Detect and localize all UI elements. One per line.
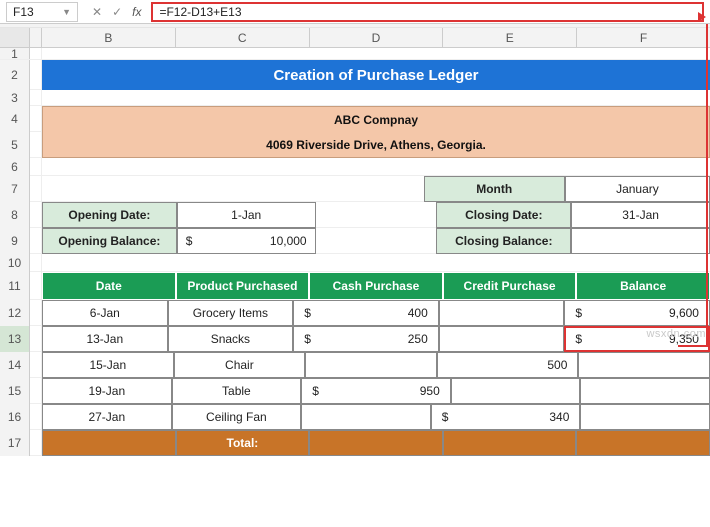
company-name: ABC Compnay: [42, 106, 710, 132]
th-credit: Credit Purchase: [443, 272, 577, 300]
row-header[interactable]: 3: [0, 90, 30, 106]
th-product: Product Purchased: [176, 272, 310, 300]
row-header[interactable]: 13: [0, 326, 30, 352]
cell[interactable]: [305, 352, 437, 378]
cell[interactable]: [42, 430, 176, 456]
month-value[interactable]: January: [565, 176, 710, 202]
row-header[interactable]: 4: [0, 106, 30, 132]
cell[interactable]: 500: [437, 352, 579, 378]
name-box[interactable]: F13 ▼: [6, 2, 78, 22]
currency-symbol: $: [186, 234, 193, 248]
accept-icon[interactable]: ✓: [112, 5, 122, 19]
th-date: Date: [42, 272, 176, 300]
cell[interactable]: 27-Jan: [42, 404, 172, 430]
row-header[interactable]: 5: [0, 132, 30, 158]
page-title: Creation of Purchase Ledger: [42, 60, 710, 90]
formula-text: =F12-D13+E13: [159, 5, 241, 19]
cell[interactable]: 19-Jan: [42, 378, 172, 404]
cell[interactable]: [451, 378, 581, 404]
cell[interactable]: [443, 430, 577, 456]
watermark: wsxdn.com: [646, 328, 706, 340]
cell[interactable]: $9,600: [564, 300, 710, 326]
row-header[interactable]: 2: [0, 60, 30, 90]
cell[interactable]: $400: [293, 300, 439, 326]
cell[interactable]: [309, 430, 443, 456]
opening-balance-label: Opening Balance:: [42, 228, 177, 254]
spreadsheet-grid[interactable]: B C D E F 1 2 Creation of Purchase Ledge…: [0, 28, 710, 456]
cell[interactable]: Chair: [174, 352, 306, 378]
row-header[interactable]: 6: [0, 158, 30, 176]
col-header-b[interactable]: B: [42, 28, 176, 47]
cancel-icon[interactable]: ✕: [92, 5, 102, 19]
cell[interactable]: [576, 430, 710, 456]
cell[interactable]: Table: [172, 378, 302, 404]
fx-icon[interactable]: fx: [132, 5, 141, 19]
cell[interactable]: 15-Jan: [42, 352, 174, 378]
cell[interactable]: Grocery Items: [168, 300, 294, 326]
row-header[interactable]: 1: [0, 48, 30, 59]
cell[interactable]: $250: [293, 326, 439, 352]
arrow-icon: [698, 12, 706, 22]
col-header-e[interactable]: E: [443, 28, 577, 47]
closing-date-value[interactable]: 31-Jan: [571, 202, 710, 228]
formula-buttons: ✕ ✓ fx: [84, 5, 149, 19]
col-header-f[interactable]: F: [577, 28, 710, 47]
cell[interactable]: [580, 404, 710, 430]
cell[interactable]: [578, 352, 710, 378]
opening-balance-amount: 10,000: [270, 234, 307, 248]
cell[interactable]: [301, 404, 431, 430]
callout-line: [678, 345, 708, 347]
col-header-a[interactable]: [30, 28, 42, 47]
closing-balance-label: Closing Balance:: [436, 228, 571, 254]
row-header[interactable]: 9: [0, 228, 30, 254]
col-header-c[interactable]: C: [176, 28, 310, 47]
row-header[interactable]: 10: [0, 254, 30, 272]
row-header[interactable]: 14: [0, 352, 30, 378]
row-header[interactable]: 12: [0, 300, 30, 326]
row-header[interactable]: 15: [0, 378, 30, 404]
formula-bar: F13 ▼ ✕ ✓ fx =F12-D13+E13: [0, 0, 710, 24]
formula-input[interactable]: =F12-D13+E13: [151, 2, 704, 22]
row-header[interactable]: 17: [0, 430, 30, 456]
row-header[interactable]: 8: [0, 202, 30, 228]
name-box-value: F13: [13, 5, 34, 19]
cell[interactable]: [580, 378, 710, 404]
column-headers: B C D E F: [0, 28, 710, 48]
callout-line: [706, 24, 708, 345]
row-header[interactable]: 16: [0, 404, 30, 430]
row-header[interactable]: 7: [0, 176, 30, 202]
month-label: Month: [424, 176, 565, 202]
company-address: 4069 Riverside Drive, Athens, Georgia.: [42, 132, 710, 158]
total-label[interactable]: Total:: [176, 430, 310, 456]
cell[interactable]: 13-Jan: [42, 326, 168, 352]
opening-date-value[interactable]: 1-Jan: [177, 202, 316, 228]
cell[interactable]: Ceiling Fan: [172, 404, 302, 430]
chevron-down-icon: ▼: [62, 7, 71, 17]
th-balance: Balance: [576, 272, 710, 300]
row-header[interactable]: 11: [0, 272, 30, 300]
cell[interactable]: [439, 326, 565, 352]
col-header-d[interactable]: D: [310, 28, 444, 47]
cell[interactable]: [439, 300, 565, 326]
closing-balance-value[interactable]: [571, 228, 710, 254]
opening-balance-value[interactable]: $ 10,000: [177, 228, 316, 254]
cell[interactable]: Snacks: [168, 326, 294, 352]
closing-date-label: Closing Date:: [436, 202, 571, 228]
cell[interactable]: $950: [301, 378, 451, 404]
cell[interactable]: 6-Jan: [42, 300, 168, 326]
cell[interactable]: $340: [431, 404, 581, 430]
th-cash: Cash Purchase: [309, 272, 443, 300]
select-all-corner[interactable]: [0, 28, 30, 47]
opening-date-label: Opening Date:: [42, 202, 177, 228]
